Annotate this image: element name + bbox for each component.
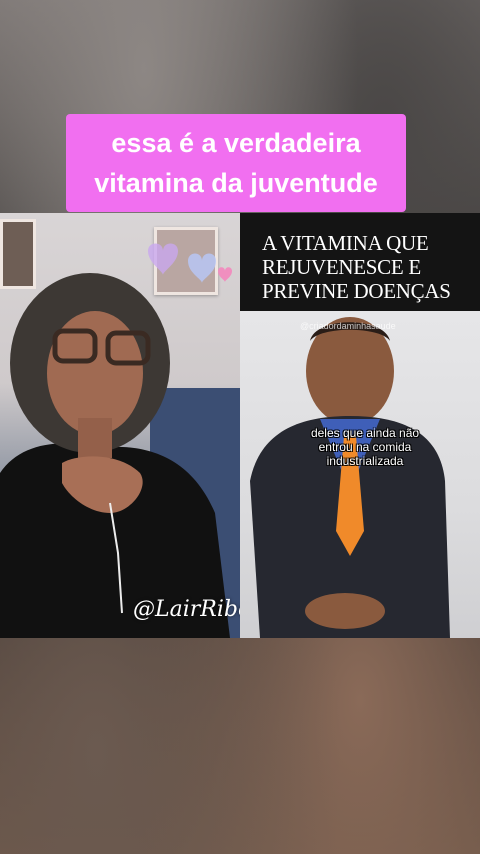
woman-figure (0, 273, 240, 638)
caption-line-1: essa é a verdadeira (111, 128, 361, 158)
subtitle-line-3: industrializada (326, 454, 404, 468)
caption-box: essa é a verdadeira vitamina da juventud… (66, 114, 406, 212)
right-video-panel: A VITAMINA QUE REJUVENESCE E PREVINE DOE… (240, 213, 480, 638)
title-line-1: A VITAMINA QUE (262, 231, 429, 255)
signature-watermark: @LairRibeiro (133, 597, 240, 622)
speaker-figure (250, 317, 450, 638)
speaker-photo (240, 311, 480, 638)
title-line-2: REJUVENESCE E (262, 255, 421, 279)
subtitle-line-2: entrou na comida (318, 440, 412, 454)
title-line-3: PREVINE DOENÇAS (262, 279, 451, 303)
right-title-box: A VITAMINA QUE REJUVENESCE E PREVINE DOE… (240, 213, 480, 311)
source-watermark: @criadordaminhasaude (300, 321, 396, 331)
left-video-panel: @LairRibeiro (0, 213, 240, 638)
caption-line-2: vitamina da juventude (94, 168, 378, 198)
video-subtitle: deles que ainda não entrou na comida ind… (280, 426, 450, 468)
subtitle-line-1: deles que ainda não (310, 426, 420, 440)
